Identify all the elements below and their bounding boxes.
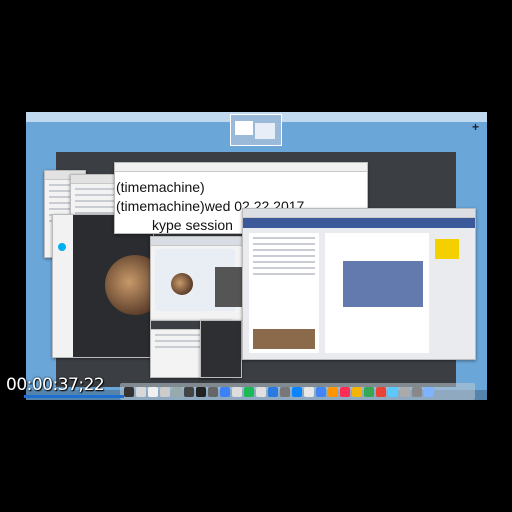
- mission-control-desktop-thumbnail[interactable]: [230, 114, 282, 146]
- skype-window[interactable]: [52, 214, 165, 358]
- add-desktop-icon[interactable]: +: [472, 120, 479, 134]
- overlay-line-1: (timemachine): [116, 179, 205, 195]
- dock-app-icon[interactable]: [412, 386, 422, 397]
- facebook-window[interactable]: [242, 208, 476, 360]
- skype-call-icon[interactable]: [58, 243, 66, 251]
- dock-app-icon[interactable]: [328, 386, 338, 397]
- dock-app-icon[interactable]: [136, 386, 146, 397]
- dock-app-icon[interactable]: [376, 386, 386, 397]
- dock-app-icon[interactable]: [400, 386, 410, 397]
- dock-app-icon[interactable]: [280, 386, 290, 397]
- facebook-tabbar: [243, 209, 475, 218]
- facebook-post-image: [343, 261, 423, 307]
- dock-app-icon[interactable]: [160, 386, 170, 397]
- dock-app-icon[interactable]: [316, 386, 326, 397]
- dock-app-icon[interactable]: [232, 386, 242, 397]
- dock-app-icon[interactable]: [172, 386, 182, 397]
- facebook-feed: [325, 233, 429, 353]
- facebook-header: [243, 218, 475, 228]
- video-avatar: [171, 273, 193, 295]
- dock-app-icon[interactable]: [256, 386, 266, 397]
- video-progress-bar[interactable]: [24, 395, 124, 398]
- side-panel-window[interactable]: [200, 320, 242, 378]
- dock-app-icon[interactable]: [244, 386, 254, 397]
- facebook-left-column: [249, 233, 319, 353]
- dock-app-icon[interactable]: [304, 386, 314, 397]
- video-timecode: 00:00:37;22: [6, 375, 105, 395]
- desktop-screen: + (timemachine) (timemachine)wed 02 22 2…: [26, 112, 487, 400]
- facebook-photos: [253, 329, 315, 349]
- text-editor-toolbar: [115, 163, 367, 172]
- dock-app-icon[interactable]: [220, 386, 230, 397]
- dock-app-icon[interactable]: [148, 386, 158, 397]
- dock-app-icon[interactable]: [388, 386, 398, 397]
- dock-app-icon[interactable]: [208, 386, 218, 397]
- skype-sidebar: [53, 215, 73, 357]
- dock-app-icon[interactable]: [292, 386, 302, 397]
- dock-app-icon[interactable]: [364, 386, 374, 397]
- dock-app-icon[interactable]: [352, 386, 362, 397]
- dock-app-icon[interactable]: [268, 386, 278, 397]
- dock-app-icon[interactable]: [424, 386, 434, 397]
- dock[interactable]: [120, 383, 475, 400]
- dock-app-icon[interactable]: [340, 386, 350, 397]
- dock-app-icon[interactable]: [124, 386, 134, 397]
- dock-app-icon[interactable]: [196, 386, 206, 397]
- facebook-ad[interactable]: [435, 239, 459, 259]
- dock-app-icon[interactable]: [184, 386, 194, 397]
